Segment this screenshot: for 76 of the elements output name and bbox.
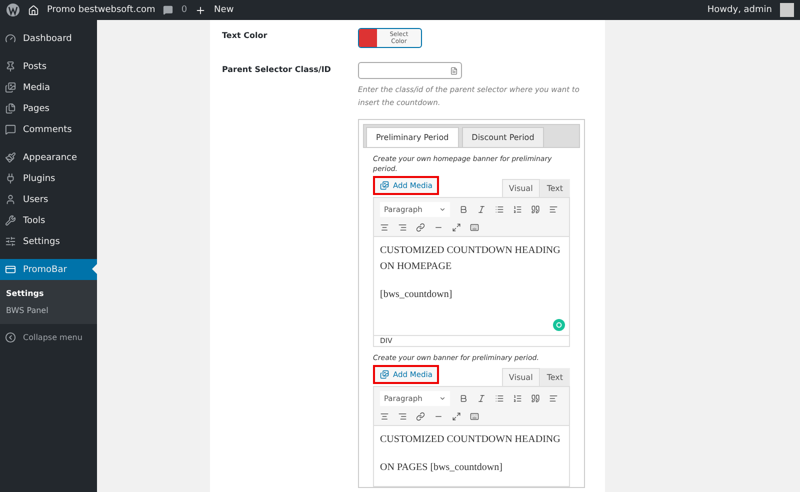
menu-item[interactable]: Media (0, 77, 97, 98)
menu-item[interactable]: Plugins (0, 168, 97, 189)
document-icon (450, 66, 458, 74)
editor-paragraph: ON PAGES [bws_countdown] (380, 461, 504, 475)
menu-item[interactable]: Appearance (0, 147, 97, 168)
menu-item[interactable]: Dashboard (0, 28, 97, 49)
collapse-icon (5, 332, 16, 343)
menu-item[interactable]: Pages (0, 98, 97, 119)
sliders-icon (5, 236, 16, 247)
gauge-icon (5, 33, 16, 44)
comments-icon[interactable] (163, 5, 174, 15)
user-icon (5, 194, 16, 205)
menu-item[interactable]: Comments (0, 119, 97, 140)
input-field[interactable] (358, 62, 462, 79)
menu-item[interactable]: Users (0, 189, 97, 210)
field-label: Text Color (222, 30, 268, 42)
paintbrush-icon (5, 152, 16, 163)
quote-icon[interactable] (531, 205, 540, 214)
media-icon (5, 82, 16, 93)
align-center-icon[interactable] (380, 412, 389, 421)
bold-icon[interactable] (459, 394, 468, 403)
menu-item[interactable]: Posts (0, 56, 97, 77)
align-right-icon[interactable] (398, 412, 407, 421)
editor-mode-tab[interactable]: Visual (502, 179, 540, 197)
site-link[interactable]: Promo bestwebsoft.com (47, 5, 156, 15)
italic-icon[interactable] (477, 205, 486, 214)
numbered-list-icon[interactable] (513, 394, 522, 403)
plug-icon (5, 173, 16, 184)
editor-content[interactable]: CUSTOMIZED COUNTDOWN HEADING ON HOMEPAGE [bws_countdown] (374, 237, 569, 335)
keyboard-icon[interactable] (470, 412, 479, 421)
wordpress-logo-icon[interactable] (6, 3, 20, 17)
menu-item[interactable]: PromoBar (0, 259, 97, 280)
align-center-icon[interactable] (380, 223, 389, 232)
submenu-item[interactable]: BWS Panel (0, 302, 97, 319)
banner-icon (5, 264, 16, 275)
greeting-link[interactable]: Howdy, admin (707, 5, 772, 15)
tab[interactable]: Preliminary Period (366, 127, 459, 147)
home-icon (28, 4, 39, 16)
editor-mode-tab[interactable]: Visual (502, 368, 540, 386)
editor-paragraph: CUSTOMIZED COUNTDOWN HEADING (380, 433, 562, 447)
italic-icon[interactable] (477, 394, 486, 403)
speech-bubble-icon (5, 124, 16, 135)
editor-mode-tab[interactable]: Text (540, 368, 570, 386)
dropdown-caret-icon (439, 206, 446, 213)
bold-icon[interactable] (459, 205, 468, 214)
keyboard-icon[interactable] (470, 223, 479, 232)
comment-count: 0 (181, 5, 188, 15)
collapse-menu-button[interactable]: Collapse menu (0, 324, 97, 351)
editor-content[interactable]: CUSTOMIZED COUNTDOWN HEADING ON PAGES [bws_countdown] (374, 426, 569, 486)
quote-icon[interactable] (531, 394, 540, 403)
editor-mode-tab[interactable]: Text (540, 179, 570, 197)
align-left-icon[interactable] (549, 394, 558, 403)
media-icon (380, 181, 389, 190)
wrench-icon (5, 215, 16, 226)
link-icon[interactable] (416, 412, 425, 421)
menu-item[interactable]: Tools (0, 210, 97, 231)
plus-icon[interactable] (195, 4, 206, 16)
bulleted-list-icon[interactable] (495, 205, 504, 214)
field-label: Parent Selector Class/ID (222, 64, 332, 76)
pages-icon (5, 103, 16, 114)
bulleted-list-icon[interactable] (495, 394, 504, 403)
menu-item[interactable]: Settings (0, 231, 97, 252)
new-link[interactable]: New (214, 5, 234, 15)
align-left-icon[interactable] (549, 205, 558, 214)
media-icon (380, 370, 389, 379)
tab[interactable]: Discount Period (462, 127, 544, 147)
editor-paragraph: [bws_countdown] (380, 288, 454, 302)
link-icon[interactable] (416, 223, 425, 232)
align-right-icon[interactable] (398, 223, 407, 232)
fullscreen-icon[interactable] (452, 223, 461, 232)
dropdown-caret-icon (439, 395, 446, 402)
pin-icon (5, 61, 16, 72)
submenu-item[interactable]: Settings (0, 285, 97, 302)
fullscreen-icon[interactable] (452, 412, 461, 421)
numbered-list-icon[interactable] (513, 205, 522, 214)
editor-paragraph: CUSTOMIZED COUNTDOWN HEADING ON HOMEPAGE (380, 244, 562, 274)
